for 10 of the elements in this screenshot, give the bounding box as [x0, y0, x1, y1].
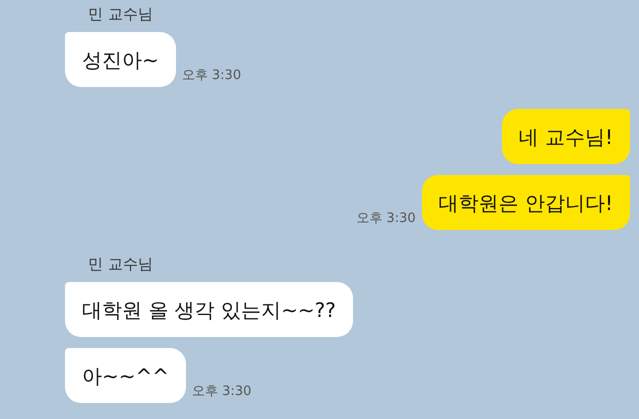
message-bubble: 아~~^^	[65, 348, 186, 403]
message-bubble: 대학원 올 생각 있는지~~??	[65, 282, 353, 337]
message-time: 오후 3:30	[182, 66, 242, 84]
message-time: 오후 3:30	[192, 382, 252, 400]
message-bubble: 성진아~	[65, 32, 176, 87]
sender-name: 민 교수님	[88, 254, 154, 274]
message-bubble: 대학원은 안갑니다!	[422, 175, 630, 230]
message-bubble: 네 교수님!	[502, 109, 630, 164]
sender-name: 민 교수님	[88, 4, 154, 24]
message-time: 오후 3:30	[356, 210, 416, 228]
